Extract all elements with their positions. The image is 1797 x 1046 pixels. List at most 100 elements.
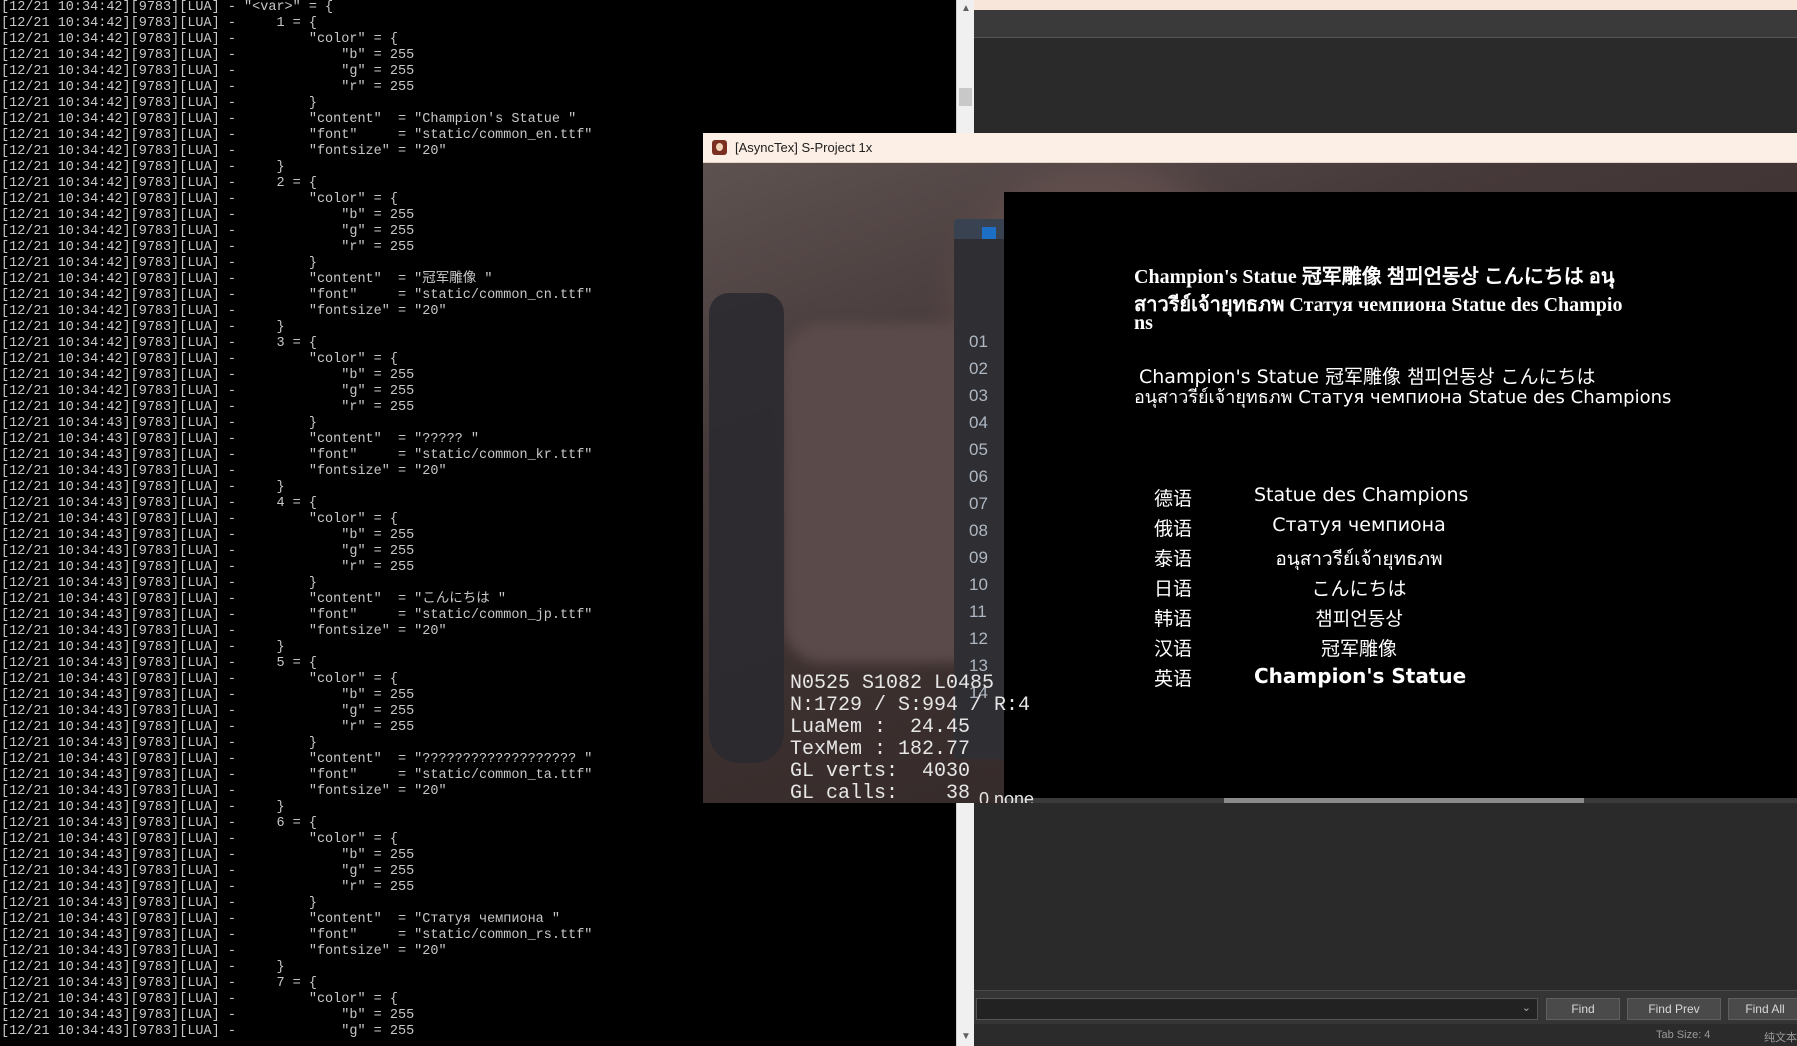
demo-text-line-3: ns (1134, 312, 1153, 334)
line-number-gutter: 01 02 03 04 05 06 07 08 09 10 11 12 13 14 (969, 328, 988, 706)
language-sample: อนุสาวรีย์เจ้ายุทธภพ (1275, 548, 1443, 570)
line-number: 05 (969, 440, 988, 459)
debug-stats: N0525 S1082 L0485 N:1729 / S:994 / R:4 Lua… (790, 672, 1031, 804)
console-line: [12/21 10:34:43][9783][LUA] - "content" … (1, 592, 506, 607)
console-line: [12/21 10:34:42][9783][LUA] - "fontsize"… (1, 304, 447, 319)
editor-tab-bar (974, 10, 1797, 38)
console-line: [12/21 10:34:42][9783][LUA] - 2 = { (1, 176, 317, 191)
tab-size-indicator[interactable]: Tab Size: 4 (1656, 1029, 1710, 1041)
console-line: [12/21 10:34:42][9783][LUA] - } (1, 256, 317, 271)
language-name: 德语 (1154, 488, 1193, 510)
console-line: [12/21 10:34:43][9783][LUA] - } (1, 640, 285, 655)
language-row: 日语 こんにちは (1154, 574, 1554, 604)
scroll-down-icon[interactable]: ▼ (957, 1028, 975, 1046)
find-prev-button[interactable]: Find Prev (1627, 998, 1721, 1020)
language-sample: Champion's Statue (1254, 664, 1467, 688)
language-row: 汉语 冠军雕像 (1154, 634, 1554, 664)
language-name: 日语 (1154, 578, 1193, 600)
console-line: [12/21 10:34:42][9783][LUA] - "g" = 255 (1, 224, 415, 239)
console-line: [12/21 10:34:43][9783][LUA] - 6 = { (1, 816, 317, 831)
language-row: 俄语 Статуя чемпиона (1154, 514, 1554, 544)
console-line: [12/21 10:34:42][9783][LUA] - "g" = 255 (1, 64, 415, 79)
console-line: [12/21 10:34:43][9783][LUA] - "g" = 255 (1, 704, 415, 719)
language-sample: Статуя чемпиона (1272, 514, 1446, 536)
language-sample: こんにちは (1311, 578, 1407, 600)
console-line: [12/21 10:34:43][9783][LUA] - "font" = "… (1, 448, 593, 463)
line-number: 10 (969, 575, 988, 594)
console-line: [12/21 10:34:43][9783][LUA] - "b" = 255 (1, 848, 415, 863)
syntax-mode-indicator[interactable]: 纯文本 (1764, 1029, 1797, 1045)
debug-stat-extra: 0 none (979, 789, 1035, 803)
console-line: [12/21 10:34:42][9783][LUA] - "r" = 255 (1, 240, 415, 255)
console-line: [12/21 10:34:43][9783][LUA] - "g" = 255 (1, 544, 415, 559)
line-number: 08 (969, 521, 988, 540)
console-line: [12/21 10:34:43][9783][LUA] - } (1, 416, 317, 431)
language-sample: Statue des Champions (1254, 484, 1469, 506)
game-title-bar[interactable]: [AsyncTex] S-Project 1x (703, 133, 1797, 163)
canvas-scrollbar[interactable] (1004, 798, 1797, 803)
demo-text-line-5: อนุสาวรีย์เจ้ายุทธภพ Статуя чемпиона Sta… (1134, 387, 1672, 408)
console-line: [12/21 10:34:42][9783][LUA] - "r" = 255 (1, 400, 415, 415)
find-all-button[interactable]: Find All (1728, 998, 1797, 1020)
console-line: [12/21 10:34:43][9783][LUA] - "b" = 255 (1, 528, 415, 543)
console-line: [12/21 10:34:42][9783][LUA] - "color" = … (1, 192, 398, 207)
console-line: [12/21 10:34:43][9783][LUA] - "r" = 255 (1, 720, 415, 735)
console-line: [12/21 10:34:43][9783][LUA] - } (1, 736, 317, 751)
console-line: [12/21 10:34:42][9783][LUA] - "content" … (1, 112, 577, 127)
scroll-thumb[interactable] (959, 88, 972, 106)
console-line: [12/21 10:34:43][9783][LUA] - "color" = … (1, 512, 398, 527)
find-button[interactable]: Find (1546, 998, 1620, 1020)
debug-stat-line: N:1729 / S:994 / R:4 (790, 694, 1031, 717)
demo-text-line-2: สาวรีย์เจ้ายุทธภพ Статуя чемпиона Statue… (1134, 294, 1623, 316)
console-line: [12/21 10:34:42][9783][LUA] - "g" = 255 (1, 384, 415, 399)
console-line: [12/21 10:34:43][9783][LUA] - "g" = 255 (1, 1024, 415, 1039)
debug-stat-line: GL verts: 4030 (790, 760, 971, 783)
console-line: [12/21 10:34:42][9783][LUA] - "r" = 255 (1, 80, 415, 95)
console-line: [12/21 10:34:43][9783][LUA] - } (1, 800, 285, 815)
debug-stat-line: N0525 S1082 L0485 (790, 672, 995, 695)
game-window: [AsyncTex] S-Project 1x 01 02 03 04 05 06 07 08… (703, 133, 1797, 803)
line-number: 12 (969, 629, 988, 648)
console-line: [12/21 10:34:42][9783][LUA] - "color" = … (1, 352, 398, 367)
language-name: 泰语 (1154, 548, 1193, 570)
console-line: [12/21 10:34:43][9783][LUA] - "content" … (1, 432, 479, 447)
line-number: 03 (969, 386, 988, 405)
line-number: 07 (969, 494, 988, 513)
console-line: [12/21 10:34:43][9783][LUA] - "b" = 255 (1, 688, 415, 703)
console-line: [12/21 10:34:43][9783][LUA] - "content" … (1, 752, 593, 767)
console-line: [12/21 10:34:42][9783][LUA] - } (1, 320, 285, 335)
debug-stat-line: TexMem : 182.77 (790, 738, 971, 761)
line-number: 09 (969, 548, 988, 567)
language-row: 韩语 챔피언동상 (1154, 604, 1554, 634)
language-name: 英语 (1154, 668, 1193, 690)
console-line: [12/21 10:34:42][9783][LUA] - 3 = { (1, 336, 317, 351)
console-line: [12/21 10:34:43][9783][LUA] - "color" = … (1, 832, 398, 847)
console-line: [12/21 10:34:43][9783][LUA] - 5 = { (1, 656, 317, 671)
line-number: 02 (969, 359, 988, 378)
editor-title-strip (974, 0, 1797, 10)
console-line: [12/21 10:34:42][9783][LUA] - "font" = "… (1, 288, 593, 303)
game-viewport[interactable]: 01 02 03 04 05 06 07 08 09 10 11 12 13 14 Champion's … (703, 163, 1797, 803)
chevron-down-icon[interactable]: ⌄ (1522, 1001, 1531, 1014)
app-icon (712, 140, 727, 155)
console-line: [12/21 10:34:43][9783][LUA] - "g" = 255 (1, 864, 415, 879)
console-line: [12/21 10:34:43][9783][LUA] - "r" = 255 (1, 560, 415, 575)
console-line: [12/21 10:34:42][9783][LUA] - "b" = 255 (1, 208, 415, 223)
scroll-up-icon[interactable]: ▲ (957, 0, 975, 18)
text-render-canvas: Champion's Statue 冠军雕像 챔피언동상 こんにちは อนุ ส… (1004, 192, 1797, 798)
console-line: [12/21 10:34:42][9783][LUA] - "fontsize"… (1, 144, 447, 159)
console-line: [12/21 10:34:42][9783][LUA] - } (1, 96, 317, 111)
console-line: [12/21 10:34:42][9783][LUA] - "color" = … (1, 32, 398, 47)
console-line: [12/21 10:34:43][9783][LUA] - "b" = 255 (1, 1008, 415, 1023)
find-input[interactable]: ⌄ (976, 998, 1538, 1020)
language-sample: 챔피언동상 (1315, 608, 1403, 630)
language-row: 德语 Statue des Champions (1154, 484, 1554, 514)
console-line: [12/21 10:34:42][9783][LUA] - "b" = 255 (1, 368, 415, 383)
language-row: 英语 Champion's Statue (1154, 664, 1554, 694)
language-row: 泰语 อนุสาวรีย์เจ้ายุทธภพ (1154, 544, 1554, 574)
console-line: [12/21 10:34:43][9783][LUA] - "color" = … (1, 992, 398, 1007)
console-line: [12/21 10:34:43][9783][LUA] - "fontsize"… (1, 784, 447, 799)
console-line: [12/21 10:34:43][9783][LUA] - "font" = "… (1, 608, 593, 623)
console-line: [12/21 10:34:42][9783][LUA] - 1 = { (1, 16, 317, 31)
language-name: 俄语 (1154, 518, 1193, 540)
